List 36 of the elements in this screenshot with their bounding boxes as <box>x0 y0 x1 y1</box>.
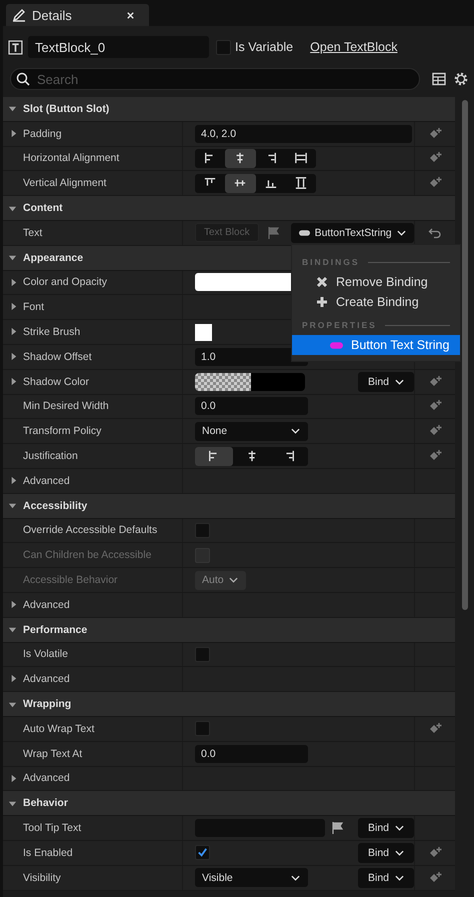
property-label: Strike Brush <box>23 326 80 338</box>
property-label: Text <box>23 226 42 239</box>
property-label: Wrap Text At <box>23 748 82 760</box>
property-label: Shadow Offset <box>23 350 92 363</box>
checkbox-label: Is Variable <box>235 40 294 54</box>
menu-section-title: PROPERTIES <box>302 320 377 330</box>
property-label: Shadow Color <box>23 376 89 388</box>
section-title: Appearance <box>23 252 84 264</box>
property-label: Padding <box>23 128 62 140</box>
section-title: Content <box>23 202 63 214</box>
property-label: Vertical Alignment <box>23 177 106 190</box>
property-label: Advanced <box>23 772 70 784</box>
property-label: Advanced <box>23 598 70 611</box>
property-label: Transform Policy <box>23 425 102 438</box>
property-label: Can Children be Accessible <box>23 549 152 562</box>
tab-title: Details <box>32 8 73 22</box>
property-label: Font <box>23 301 44 314</box>
property-label: Horizontal Alignment <box>23 152 120 164</box>
property-label: Is Enabled <box>23 846 73 859</box>
section-title: Performance <box>23 624 88 636</box>
property-label: Accessible Behavior <box>23 574 118 586</box>
property-label: Justification <box>23 450 78 462</box>
section-title: Accessibility <box>23 500 88 512</box>
property-label: Visibility <box>23 872 61 884</box>
section-title: Behavior <box>23 797 68 810</box>
property-label: Auto Wrap Text <box>23 722 94 735</box>
section-title: Wrapping <box>23 698 72 710</box>
property-label: Min Desired Width <box>23 400 109 412</box>
section-title: Slot (Button Slot) <box>23 102 110 115</box>
property-label: Advanced <box>23 673 70 686</box>
menu-section-title: BINDINGS <box>302 257 360 267</box>
property-label: Override Accessible Defaults <box>23 524 158 536</box>
property-label: Advanced <box>23 474 70 487</box>
property-label: Tool Tip Text <box>23 822 82 834</box>
property-label: Color and Opacity <box>23 276 108 288</box>
property-label: Is Volatile <box>23 648 68 660</box>
